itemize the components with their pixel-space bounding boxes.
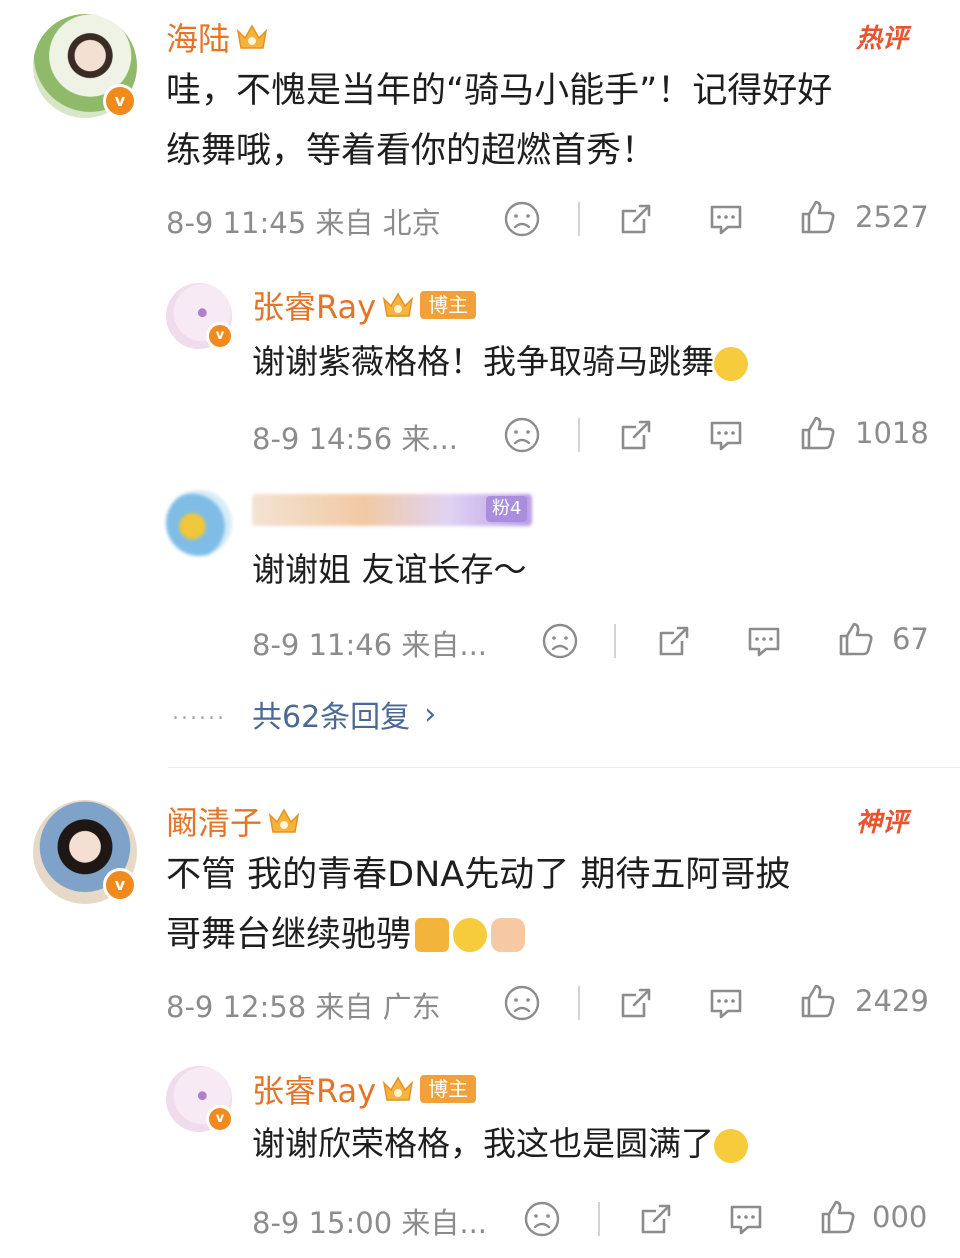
like-thumb-icon[interactable] [798, 413, 838, 453]
reply-text: 谢谢紫薇格格！我争取骑马跳舞 [252, 340, 748, 384]
angry-face-icon[interactable] [502, 199, 542, 239]
user-row: 阚清子 [166, 798, 300, 844]
like-thumb-icon[interactable] [836, 619, 876, 659]
crown-icon [382, 291, 414, 319]
like-count: 1018 [855, 416, 929, 450]
blogger-tag: 博主 [420, 291, 477, 319]
comment-icon[interactable] [706, 415, 746, 455]
like-thumb-icon[interactable] [798, 981, 838, 1021]
god-comment-badge: 神评 [856, 808, 909, 838]
dots-separator: ...... [172, 700, 226, 725]
username[interactable]: 海陆 [166, 14, 230, 60]
comment-text-line-2: 哥舞台继续驰骋 [166, 906, 526, 964]
username[interactable]: 张睿Ray [252, 1066, 376, 1112]
divider [578, 986, 580, 1020]
divider [168, 767, 960, 768]
smile-emoji-icon [714, 346, 748, 381]
divider [578, 418, 580, 452]
reply-meta: 8-9 15:00 来自... [252, 1206, 488, 1240]
like-thumb-icon[interactable] [798, 197, 838, 237]
angry-face-icon[interactable] [522, 1199, 562, 1239]
comment-icon[interactable] [706, 199, 746, 239]
divider [578, 202, 580, 236]
angry-face-icon[interactable] [540, 621, 580, 661]
share-icon[interactable] [616, 983, 656, 1023]
crown-icon [268, 807, 300, 835]
comment-icon[interactable] [706, 983, 746, 1023]
angry-face-icon[interactable] [502, 983, 542, 1023]
fan-level-tag: 粉4 [486, 496, 528, 522]
comment-meta: 8-9 12:58 来自 广东 [166, 990, 441, 1024]
user-row: 张睿Ray 博主 [252, 282, 477, 328]
verified-badge-icon: v [206, 1105, 234, 1133]
like-thumb-icon[interactable] [818, 1197, 858, 1237]
share-icon[interactable] [654, 621, 694, 661]
more-replies-link[interactable]: 共62条回复 › [252, 692, 436, 736]
blogger-tag: 博主 [420, 1075, 477, 1103]
wink-emoji-icon [453, 918, 488, 952]
chevron-right-icon: › [424, 696, 437, 732]
comment-meta: 8-9 11:45 来自 北京 [166, 206, 441, 240]
reply-meta: 8-9 11:46 来自... [252, 628, 488, 662]
verified-badge-icon: v [103, 868, 137, 902]
reply-text: 谢谢姐 友谊长存～ [252, 550, 527, 589]
user-row: 海陆 [166, 14, 268, 60]
hot-comment-badge: 热评 [856, 24, 909, 54]
divider [598, 1202, 600, 1236]
reply-meta: 8-9 14:56 来... [252, 422, 459, 456]
beer-emoji-icon [415, 918, 450, 952]
comment-text-line-1: 不管 我的青春DNA先动了 期待五阿哥披 [166, 855, 791, 895]
reply-text: 谢谢欣荣格格，我这也是圆满了 [252, 1122, 748, 1166]
comment-text-line-1: 哇，不愧是当年的“骑马小能手”！记得好好 [166, 71, 833, 111]
like-count: 67 [892, 622, 929, 656]
more-replies-label: 共62条回复 [252, 700, 411, 735]
fist-emoji-icon [491, 918, 526, 952]
share-icon[interactable] [636, 1199, 676, 1239]
like-count: 000 [872, 1200, 928, 1234]
user-row: 张睿Ray 博主 [252, 1066, 477, 1112]
comment-icon[interactable] [726, 1199, 766, 1239]
like-count: 2527 [855, 200, 929, 234]
avatar[interactable] [166, 490, 232, 556]
smile-emoji-icon [714, 1128, 748, 1163]
comment-icon[interactable] [744, 621, 784, 661]
comment-text-line-2: 练舞哦，等着看你的超燃首秀！ [166, 131, 657, 171]
like-count: 2429 [855, 984, 929, 1018]
username[interactable]: 阚清子 [166, 798, 262, 844]
crown-icon [236, 23, 268, 51]
verified-badge-icon: v [206, 322, 234, 350]
share-icon[interactable] [616, 415, 656, 455]
crown-icon [382, 1075, 414, 1103]
divider [614, 624, 616, 658]
angry-face-icon[interactable] [502, 415, 542, 455]
share-icon[interactable] [616, 199, 656, 239]
username[interactable]: 张睿Ray [252, 282, 376, 328]
verified-badge-icon: v [103, 84, 137, 118]
